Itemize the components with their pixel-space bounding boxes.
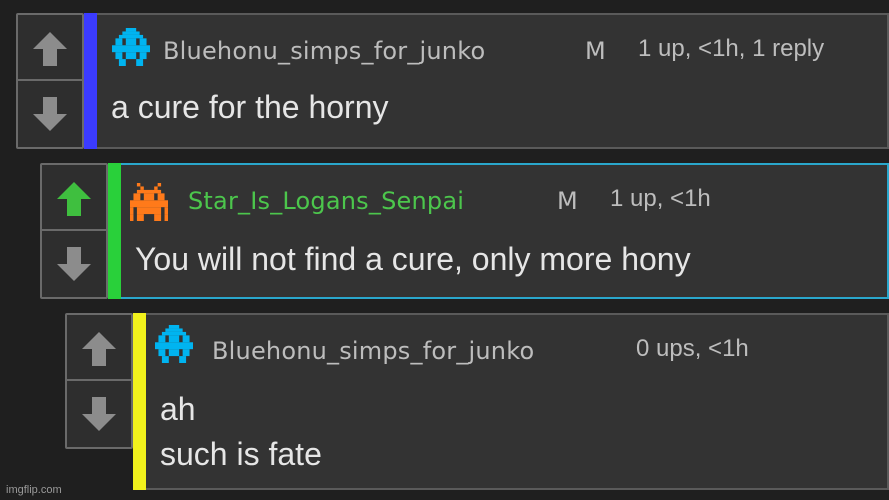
space-invader-icon: [155, 325, 193, 363]
up-arrow-icon: [33, 32, 67, 66]
down-arrow-icon: [82, 397, 116, 431]
up-arrow-icon: [57, 182, 91, 216]
comment-text-line: a cure for the horny: [111, 89, 389, 125]
thread-level-bar: [84, 13, 97, 149]
comment-meta: 0 ups, <1h: [636, 335, 749, 362]
space-invader-icon: [130, 183, 168, 221]
username-link[interactable]: Bluehonu_simps_for_junko: [163, 37, 485, 65]
username-link[interactable]: Star_Is_Logans_Senpai: [188, 187, 464, 215]
upvote-button[interactable]: [42, 165, 106, 233]
comment-body: Bluehonu_simps_for_junko M 1 up, <1h, 1 …: [84, 13, 889, 149]
comment-text: You will not find a cure, only more hony: [135, 237, 691, 282]
comment-text: ah such is fate: [160, 387, 322, 477]
upvote-button[interactable]: [67, 315, 131, 383]
comment-2: Star_Is_Logans_Senpai M 1 up, <1h You wi…: [40, 163, 889, 299]
mod-badge: M: [585, 37, 606, 65]
downvote-button[interactable]: [67, 379, 131, 447]
comment-1: Bluehonu_simps_for_junko M 1 up, <1h, 1 …: [16, 13, 889, 149]
down-arrow-icon: [33, 97, 67, 131]
mod-badge: M: [557, 187, 578, 215]
downvote-button[interactable]: [18, 79, 82, 147]
watermark: imgflip.com: [6, 484, 62, 496]
comment-text-line: ah: [160, 391, 196, 427]
space-invader-icon: [112, 28, 150, 66]
comment-text: a cure for the horny: [111, 85, 388, 130]
username-link[interactable]: Bluehonu_simps_for_junko: [212, 337, 534, 365]
comment-text-line: such is fate: [160, 436, 322, 472]
down-arrow-icon: [57, 247, 91, 281]
thread-level-bar: [133, 313, 146, 490]
comment-meta: 1 up, <1h: [610, 185, 711, 212]
vote-box: [16, 13, 84, 149]
vote-box: [65, 313, 133, 449]
comment-body: Bluehonu_simps_for_junko 0 ups, <1h ah s…: [133, 313, 889, 490]
up-arrow-icon: [82, 332, 116, 366]
upvote-button[interactable]: [18, 15, 82, 83]
comment-body: Star_Is_Logans_Senpai M 1 up, <1h You wi…: [108, 163, 889, 299]
downvote-button[interactable]: [42, 229, 106, 297]
thread-level-bar: [108, 163, 121, 299]
comment-3: Bluehonu_simps_for_junko 0 ups, <1h ah s…: [65, 313, 889, 490]
comment-meta: 1 up, <1h, 1 reply: [638, 35, 825, 62]
comment-text-line: You will not find a cure, only more hony: [135, 241, 691, 277]
vote-box: [40, 163, 108, 299]
